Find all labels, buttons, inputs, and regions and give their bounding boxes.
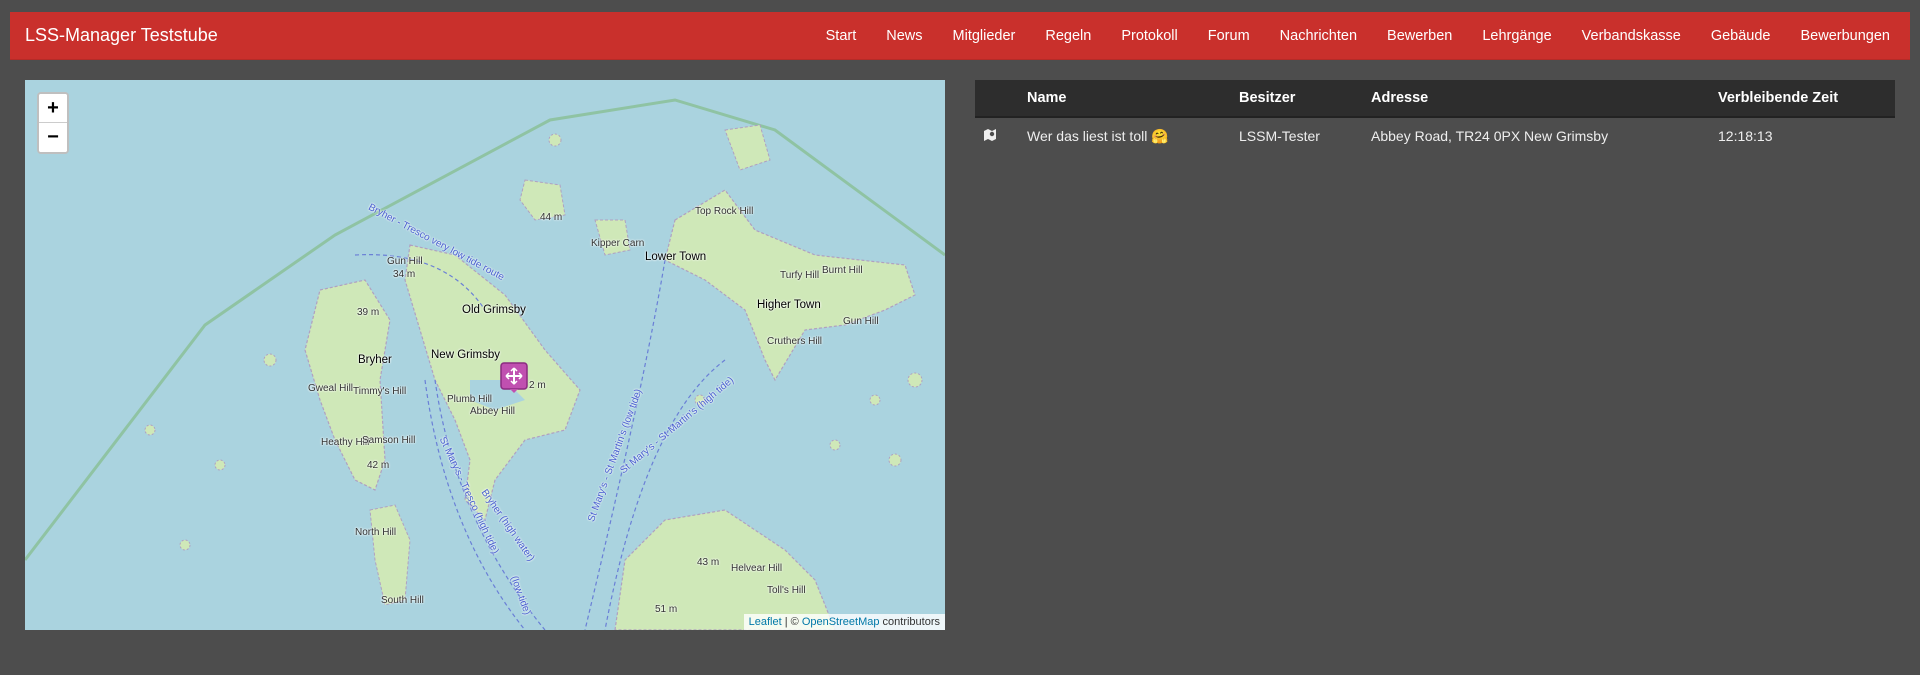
map-label-gun-hill-east: Gun Hill bbox=[843, 316, 879, 327]
row-owner: LSSM-Tester bbox=[1239, 128, 1320, 144]
map-label-new-grimsby: New Grimsby bbox=[431, 349, 501, 361]
map-label-burnt-hill: Burnt Hill bbox=[822, 265, 863, 276]
zoom-in-button[interactable]: + bbox=[39, 94, 67, 123]
zoom-control: + − bbox=[37, 92, 69, 154]
map-label-helvear-hill: Helvear Hill bbox=[731, 563, 783, 574]
mission-marker-icon[interactable] bbox=[500, 362, 528, 394]
map-label-bryher: Bryher bbox=[358, 354, 392, 366]
nav-item-protokoll[interactable]: Protokoll bbox=[1106, 12, 1192, 60]
map-label-abbey-hill: Abbey Hill bbox=[470, 406, 516, 417]
map-label-39m: 39 m bbox=[357, 307, 380, 318]
osm-link[interactable]: OpenStreetMap bbox=[802, 616, 880, 628]
map-label-samson-hill: Samson Hill bbox=[362, 435, 416, 446]
header-owner: Besitzer bbox=[1239, 90, 1296, 106]
nav-item-start[interactable]: Start bbox=[811, 12, 872, 60]
map-label-higher-town: Higher Town bbox=[757, 299, 821, 311]
map-marker-icon[interactable] bbox=[975, 128, 1027, 145]
navbar: LSS-Manager Teststube Start News Mitglie… bbox=[10, 12, 1910, 60]
map-label-timmys-hill: Timmy's Hill bbox=[353, 386, 407, 397]
map-label-kipper-carn: Kipper Carn bbox=[591, 238, 645, 249]
map-view[interactable]: Lower Town Higher Town Old Grimsby New G… bbox=[25, 80, 945, 630]
nav-item-nachrichten[interactable]: Nachrichten bbox=[1265, 12, 1372, 60]
nav-item-mitglieder[interactable]: Mitglieder bbox=[938, 12, 1031, 60]
nav-item-forum[interactable]: Forum bbox=[1193, 12, 1265, 60]
map-label-old-grimsby: Old Grimsby bbox=[462, 304, 526, 316]
nav-item-verbandskasse[interactable]: Verbandskasse bbox=[1567, 12, 1696, 60]
map-label-turfy-hill: Turfy Hill bbox=[780, 270, 820, 281]
attribution-suffix: contributors bbox=[879, 616, 940, 628]
row-name[interactable]: Wer das liest ist toll 🤗 bbox=[1027, 128, 1239, 145]
navbar-brand[interactable]: LSS-Manager Teststube bbox=[25, 24, 218, 46]
map-label-2m: 2 m bbox=[529, 380, 546, 391]
map-label-44m: 44 m bbox=[540, 212, 563, 223]
zoom-out-button[interactable]: − bbox=[39, 123, 67, 152]
header-name: Name bbox=[1027, 90, 1067, 106]
map-label-south-hill: South Hill bbox=[381, 595, 424, 606]
nav-item-gebaeude[interactable]: Gebäude bbox=[1696, 12, 1786, 60]
map-label-43m: 43 m bbox=[697, 557, 720, 568]
row-address: Abbey Road, TR24 0PX New Grimsby bbox=[1371, 128, 1609, 144]
table-row[interactable]: Wer das liest ist toll 🤗 LSSM-Tester Abb… bbox=[975, 118, 1895, 154]
nav-item-lehrgaenge[interactable]: Lehrgänge bbox=[1467, 12, 1566, 60]
map-label-gun-hill-height: 34 m bbox=[393, 269, 416, 280]
map-label-cruthers-hill: Cruthers Hill bbox=[767, 336, 823, 347]
nav-item-regeln[interactable]: Regeln bbox=[1030, 12, 1106, 60]
table-header: Name Besitzer Adresse Verbleibende Zeit bbox=[975, 80, 1895, 118]
row-remaining-time: 12:18:13 bbox=[1718, 128, 1773, 144]
leaflet-link[interactable]: Leaflet bbox=[749, 616, 782, 628]
map-label-north-hill: North Hill bbox=[355, 527, 397, 538]
header-address: Adresse bbox=[1371, 90, 1429, 106]
map-label-lower-town: Lower Town bbox=[645, 251, 707, 263]
map-label-top-rock-hill: Top Rock Hill bbox=[695, 206, 754, 217]
map-label-tolls-hill: Toll's Hill bbox=[767, 585, 806, 596]
map-label-42m: 42 m bbox=[367, 460, 390, 471]
nav-menu: Start News Mitglieder Regeln Protokoll F… bbox=[811, 12, 1905, 60]
map-label-plumb-hill: Plumb Hill bbox=[447, 394, 493, 405]
nav-item-bewerben[interactable]: Bewerben bbox=[1372, 12, 1467, 60]
nav-item-news[interactable]: News bbox=[871, 12, 937, 60]
map-attribution: Leaflet | © OpenStreetMap contributors bbox=[743, 614, 945, 630]
missions-table: Name Besitzer Adresse Verbleibende Zeit … bbox=[975, 80, 1895, 154]
map-label-gweal-hill: Gweal Hill bbox=[308, 383, 354, 394]
map-label-51m: 51 m bbox=[655, 604, 678, 615]
map-label-gun-hill: Gun Hill bbox=[387, 256, 423, 267]
attribution-separator: | © bbox=[781, 616, 802, 628]
header-remaining-time: Verbleibende Zeit bbox=[1718, 90, 1839, 106]
nav-item-bewerbungen[interactable]: Bewerbungen bbox=[1786, 12, 1906, 60]
